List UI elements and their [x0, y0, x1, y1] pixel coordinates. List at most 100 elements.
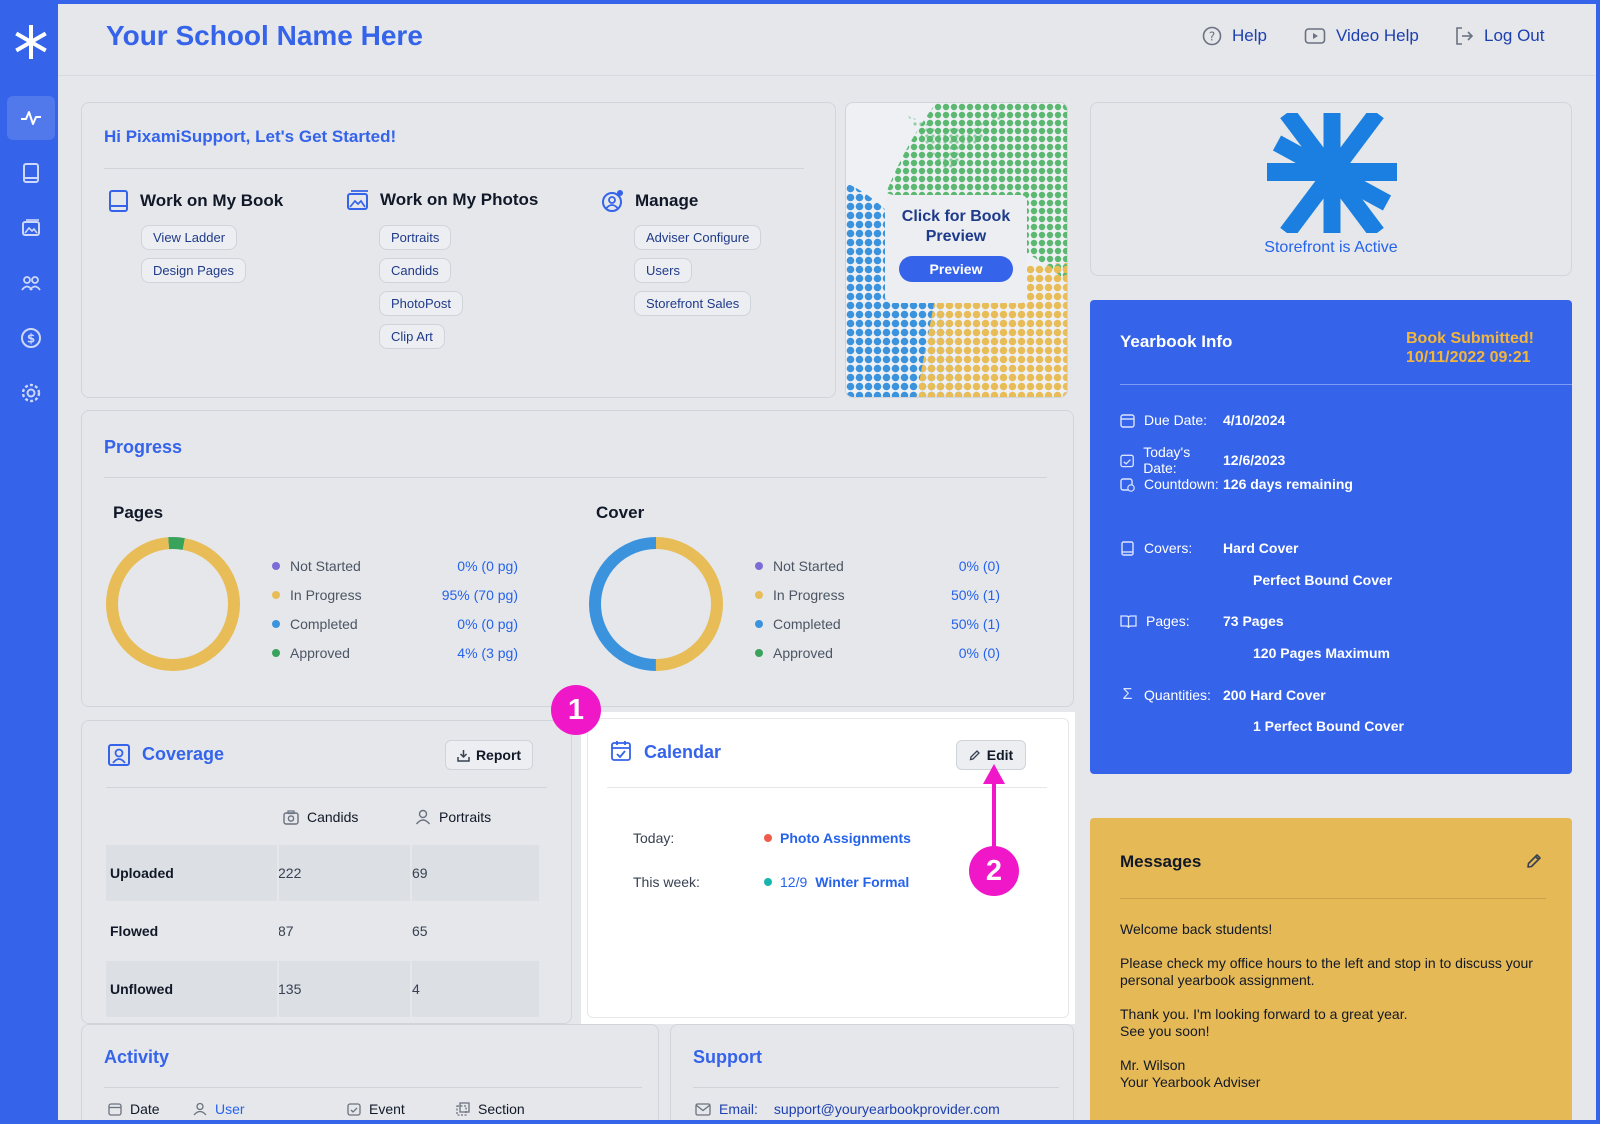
design-pages-link[interactable]: Design Pages [141, 258, 246, 283]
log-out-icon [1456, 27, 1474, 45]
event-color-dot [764, 834, 772, 842]
report-button[interactable]: Report [445, 740, 533, 770]
portraits-link[interactable]: Portraits [379, 225, 452, 250]
calendar-icon [611, 741, 631, 761]
legend-value: 0% (0) [958, 558, 1000, 574]
preview-overlay: Click for Book Preview Preview [885, 195, 1027, 303]
week-event-link[interactable]: 12/9 Winter Formal [764, 874, 909, 890]
book-preview-card[interactable]: Click for Book Preview Preview [845, 102, 1068, 398]
preview-button[interactable]: Preview [899, 256, 1013, 282]
submission-status: Book Submitted! 10/11/2022 09:21 [1406, 329, 1534, 367]
storefront-status: Storefront is Active [1264, 239, 1398, 256]
work-on-photos-heading: Work on My Photos [346, 189, 538, 211]
candids-value: 135 [278, 981, 302, 997]
dollar-icon: $ [21, 328, 41, 348]
pages-subtitle: Pages [113, 503, 164, 522]
help-link[interactable]: ? Help [1202, 26, 1267, 46]
week-event-name: Winter Formal [815, 874, 910, 890]
work-on-book-heading: Work on My Book [108, 189, 283, 213]
manage-title: Manage [635, 191, 699, 210]
clip-art-link[interactable]: Clip Art [379, 324, 445, 349]
quantities-row: Σ Quantities: 200 Hard Cover [1120, 686, 1326, 704]
legend-color-dot [755, 620, 763, 628]
row-label: Uploaded [110, 865, 174, 881]
candids-link[interactable]: Candids [379, 258, 451, 283]
calendar-check-icon [1120, 454, 1134, 467]
app-logo-icon[interactable] [13, 24, 49, 60]
sidebar-item-sales[interactable]: $ [7, 316, 55, 360]
pages-row: Pages: 73 Pages [1120, 613, 1284, 629]
legend-label: Not Started [773, 558, 844, 574]
candids-value: 222 [278, 865, 302, 881]
activity-card: Activity Date User Event Section [81, 1024, 659, 1120]
storefront-sales-link[interactable]: Storefront Sales [634, 291, 752, 316]
legend-label: Approved [290, 645, 350, 661]
view-ladder-link[interactable]: View Ladder [141, 225, 238, 250]
portraits-column-header: Portraits [415, 809, 491, 825]
covers-label: Covers: [1144, 540, 1193, 556]
submission-status-line1: Book Submitted! [1406, 330, 1534, 347]
messages-card: Messages Welcome back students! Please c… [1090, 818, 1572, 1120]
video-help-link[interactable]: Video Help [1304, 26, 1419, 46]
log-out-link[interactable]: Log Out [1454, 26, 1545, 46]
quantities-value-1: 200 Hard Cover [1223, 687, 1326, 703]
legend-label: Approved [773, 645, 833, 661]
sidebar-item-activity[interactable] [7, 96, 55, 140]
message-line-1: Welcome back students! [1120, 921, 1273, 937]
messages-title: Messages [1120, 852, 1202, 871]
cover-donut-chart [589, 537, 723, 671]
table-row: Flowed 87 65 [106, 903, 539, 959]
preview-caption: Click for Book Preview [885, 207, 1027, 247]
portraits-value: 65 [412, 923, 428, 939]
legend-value: 50% (1) [950, 616, 1000, 632]
legend-color-dot [272, 591, 280, 599]
storefront-card[interactable]: Storefront is Active [1090, 102, 1572, 276]
event-header-label: Event [369, 1101, 405, 1117]
sidebar-item-book[interactable] [7, 151, 55, 195]
countdown-row: Countdown: 126 days remaining [1120, 476, 1353, 492]
adviser-configure-link[interactable]: Adviser Configure [634, 225, 762, 250]
portraits-header-label: Portraits [439, 809, 492, 825]
legend-color-dot [755, 562, 763, 570]
candids-column-header: Candids [283, 809, 358, 825]
event-column-header[interactable]: Event [347, 1101, 405, 1117]
edit-pencil-icon[interactable] [1525, 852, 1543, 870]
progress-card: Progress Pages Not Started 0% (0 pg) In Pr… [81, 410, 1074, 707]
date-column-header[interactable]: Date [108, 1101, 160, 1117]
activity-title: Activity [104, 1047, 170, 1067]
support-email-row: Email: support@youryearbookprovider.com [695, 1101, 1000, 1117]
coverage-card: Coverage Report Candids Portraits Upload… [81, 720, 572, 1024]
legend-label: Completed [773, 616, 841, 632]
covers-row: Covers: Hard Cover [1120, 540, 1298, 556]
covers-value-2: Perfect Bound Cover [1253, 572, 1393, 588]
manage-heading: Manage [601, 189, 698, 213]
person-icon [193, 1102, 207, 1116]
photopost-link[interactable]: PhotoPost [379, 291, 463, 316]
support-card: Support Email: support@youryearbookprovi… [670, 1024, 1074, 1120]
download-icon [457, 749, 470, 762]
book-icon [1121, 540, 1134, 556]
users-link[interactable]: Users [634, 258, 692, 283]
calendar-check-icon [347, 1103, 361, 1116]
quantities-value-2: 1 Perfect Bound Cover [1253, 718, 1404, 734]
legend-color-dot [755, 591, 763, 599]
sidebar-item-users[interactable] [7, 261, 55, 305]
help-label: Help [1232, 26, 1267, 45]
support-email-link[interactable]: support@youryearbookprovider.com [774, 1101, 1000, 1117]
preview-caption-line1: Click for Book [901, 208, 1011, 225]
user-column-header[interactable]: User [193, 1101, 245, 1117]
today-event-link[interactable]: Photo Assignments [764, 830, 911, 846]
pages-value-1: 73 Pages [1223, 613, 1284, 629]
countdown-value: 126 days remaining [1223, 476, 1353, 492]
legend-value: 50% (1) [950, 587, 1000, 603]
candids-header-label: Candids [307, 809, 359, 825]
row-label: Unflowed [110, 981, 173, 997]
users-icon [21, 276, 41, 291]
legend-label: Not Started [290, 558, 361, 574]
section-column-header[interactable]: Section [456, 1101, 525, 1117]
log-out-label: Log Out [1484, 26, 1545, 45]
annotation-badge-1: 1 [551, 685, 601, 735]
sidebar-item-photos[interactable] [7, 206, 55, 250]
sidebar-item-settings[interactable] [7, 371, 55, 415]
calendar-clock-icon [1120, 477, 1135, 492]
